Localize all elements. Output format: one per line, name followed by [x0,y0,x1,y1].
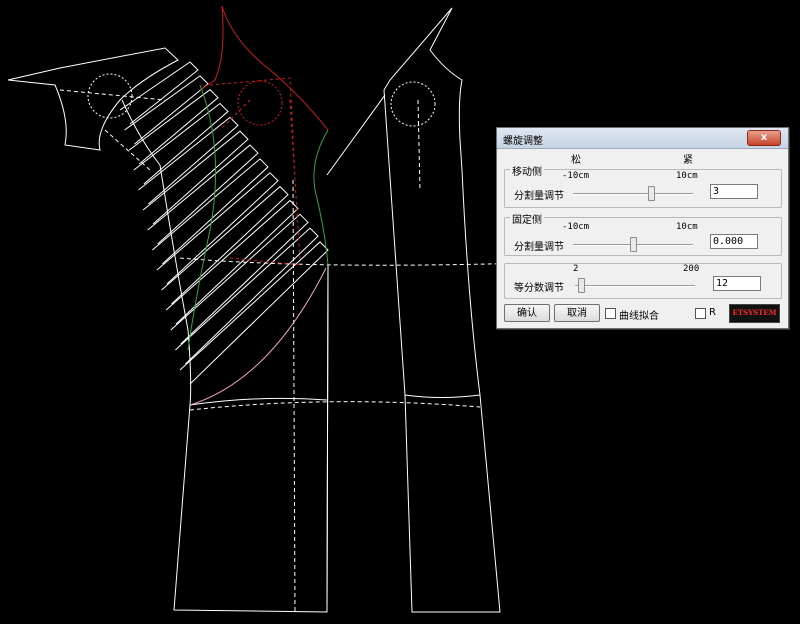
divisions-slider-thumb[interactable] [578,278,585,293]
spiral-adjust-dialog: 螺旋调整 x 松 紧 移动侧 -10cm 10cm 分割量调节 3 固定侧 -1… [496,127,789,329]
dialog-titlebar[interactable]: 螺旋调整 x [497,128,788,149]
spiral-strip [179,241,329,385]
spiral-strip [138,116,239,205]
fixed-side-label: 固定侧 [510,211,544,226]
etsystem-logo: ETSYSTEM [729,304,780,323]
guide-line-hip [189,401,481,411]
divisions-value-input[interactable]: 12 [713,276,761,291]
divisions-row-label: 等分数调节 [514,283,564,294]
confirm-button[interactable]: 确认 [504,304,550,322]
red-neck-curve-left [199,5,224,91]
moving-value-input[interactable]: 3 [710,184,758,199]
green-curve-right [313,129,329,266]
guide-line-center-vertical [292,179,296,613]
moving-range-min: -10cm [562,171,590,181]
right-back-seam [326,94,386,176]
red-neck-curve [221,5,329,131]
header-tight: 紧 [683,155,693,166]
fixed-range-max: 10cm [676,222,698,232]
r-label: R [709,307,716,318]
guide-line-right-vertical [417,99,421,191]
moving-side-label: 移动侧 [510,163,544,178]
divisions-range-max: 200 [683,264,700,274]
curve-fit-checkbox[interactable] [605,308,616,319]
spiral-strip [124,75,209,145]
moving-side-group: 移动侧 -10cm 10cm 分割量调节 3 [504,163,782,208]
r-checkbox[interactable] [695,308,706,319]
moving-slider-thumb[interactable] [648,186,655,201]
fixed-side-group: 固定侧 -10cm 10cm 分割量调节 0.000 [504,211,782,256]
spiral-strip [128,89,219,165]
divisions-slider-track[interactable] [575,285,695,287]
cancel-button[interactable]: 取消 [554,304,600,322]
divisions-range-min: 2 [573,264,579,274]
spiral-strip [119,61,199,125]
right-back-hem-curve [404,394,481,398]
dialog-title: 螺旋调整 [503,136,543,147]
close-button[interactable]: x [747,130,781,146]
fixed-value-input[interactable]: 0.000 [710,234,758,249]
pink-curve [189,267,327,406]
moving-range-max: 10cm [676,171,698,181]
fixed-slider-thumb[interactable] [630,237,637,252]
moving-row-label: 分割量调节 [514,191,564,202]
header-loose: 松 [571,155,581,166]
curve-fit-label: 曲线拟合 [619,311,659,322]
moving-slider-track[interactable] [573,193,693,195]
spiral-strips [119,61,329,385]
left-front-panel [159,164,329,613]
armhole-circle-right [390,81,436,127]
left-front-upper [121,99,161,166]
spiral-strip [170,213,309,345]
left-waist-curve [189,397,328,406]
fixed-row-label: 分割量调节 [514,242,564,253]
fixed-range-min: -10cm [562,222,590,232]
red-circle [237,80,283,126]
divisions-group: 2 200 等分数调节 12 [504,263,782,299]
red-dashed-guides [209,77,301,266]
center-front-line [326,264,329,613]
right-back-panel [383,7,501,613]
